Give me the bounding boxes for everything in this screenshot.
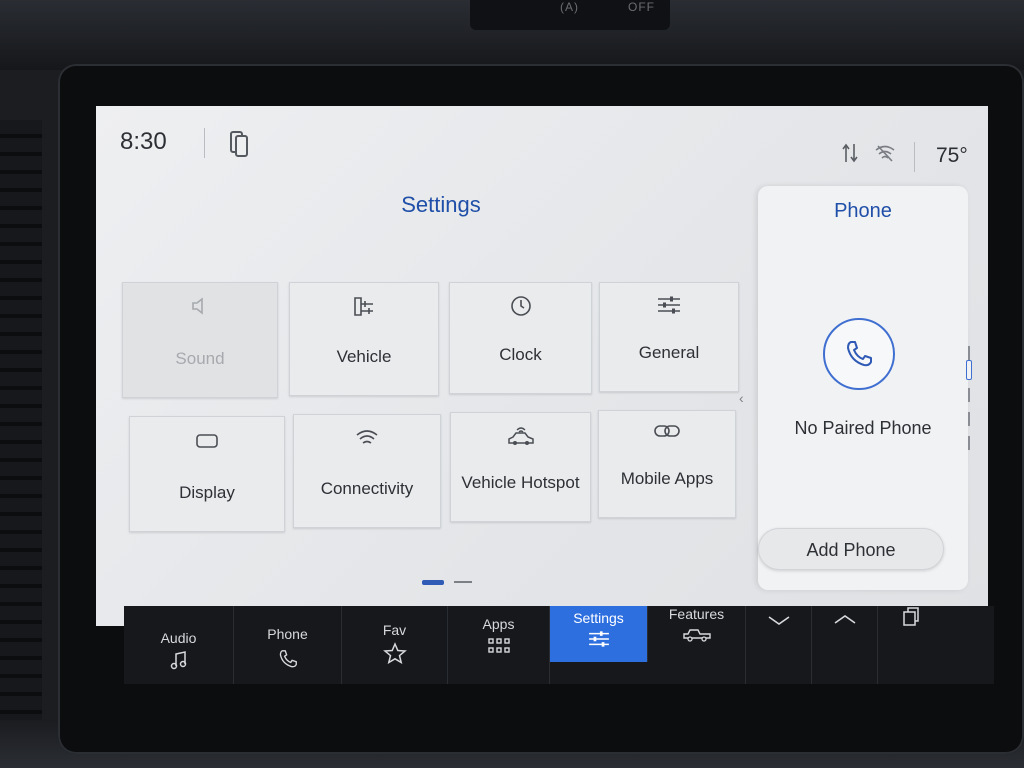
nav-label: Fav xyxy=(382,622,407,638)
status-divider xyxy=(914,142,915,172)
phone-projection-icon[interactable] xyxy=(229,130,249,163)
tile-connectivity[interactable]: Connectivity xyxy=(293,414,441,528)
tile-mobile-apps[interactable]: Mobile Apps xyxy=(598,410,736,518)
scroll-line xyxy=(968,412,970,426)
tile-label: Connectivity xyxy=(320,479,414,498)
nav-label: Features xyxy=(668,606,725,622)
nav-audio[interactable]: Audio xyxy=(124,606,234,684)
sliders-icon xyxy=(550,630,647,653)
panel-scrollbar[interactable] xyxy=(966,346,972,456)
page-dot[interactable] xyxy=(454,581,472,583)
page-title: Settings xyxy=(401,192,481,217)
page-dot-active xyxy=(422,580,444,585)
phone-icon xyxy=(847,341,872,367)
scroll-thumb[interactable] xyxy=(966,360,972,380)
knob-label-left: (A) xyxy=(560,0,579,14)
data-transfer-icon xyxy=(840,142,860,169)
clock-time: 8:30 xyxy=(120,128,167,155)
grid-icon xyxy=(448,638,549,659)
chevron-up-icon xyxy=(812,612,877,630)
tile-vehicle[interactable]: Vehicle xyxy=(289,282,439,396)
nav-label: Audio xyxy=(160,630,197,646)
tile-label: General xyxy=(638,343,700,362)
tile-label: Mobile Apps xyxy=(620,469,714,488)
wifi-off-icon xyxy=(874,144,896,167)
chevron-left-icon[interactable]: ‹ xyxy=(739,390,744,406)
tile-display[interactable]: Display xyxy=(129,416,285,532)
air-vent xyxy=(0,120,42,720)
sliders-icon xyxy=(600,295,738,320)
scroll-line xyxy=(968,436,970,450)
copy-windows-icon xyxy=(878,606,944,633)
infotainment-screen: 8:30 75° Settings Sound Vehicle Clock Ge… xyxy=(96,106,988,626)
chevron-down-icon xyxy=(746,614,811,632)
tile-label: Sound xyxy=(175,349,225,368)
vehicle-settings-icon xyxy=(290,295,438,324)
phone-panel-title: Phone xyxy=(834,200,892,222)
link-icon xyxy=(599,423,735,444)
nav-features[interactable]: Features xyxy=(648,606,746,684)
nav-label: Settings xyxy=(573,610,624,626)
nav-label: Apps xyxy=(482,616,515,632)
tile-label: Vehicle Hotspot xyxy=(461,473,580,492)
tile-general[interactable]: General xyxy=(599,282,739,392)
scroll-line xyxy=(968,388,970,402)
scroll-line xyxy=(968,346,970,360)
phone-panel: Phone No Paired Phone Add Phone xyxy=(758,186,968,590)
clock-icon xyxy=(450,295,591,322)
nav-label: Phone xyxy=(267,626,308,642)
phone-button[interactable] xyxy=(823,318,895,390)
status-divider xyxy=(204,128,205,158)
knob-label-right: OFF xyxy=(628,0,655,14)
phone-status: No Paired Phone xyxy=(794,418,932,438)
phone-icon xyxy=(234,648,341,675)
nav-fav[interactable]: Fav xyxy=(342,606,448,684)
bottom-nav: Audio Phone Fav Apps Settings Features xyxy=(124,606,994,684)
speaker-icon xyxy=(123,295,277,322)
nav-apps[interactable]: Apps xyxy=(448,606,550,684)
tile-clock[interactable]: Clock xyxy=(449,282,592,394)
star-icon xyxy=(342,642,447,669)
tile-label: Vehicle xyxy=(336,347,392,366)
tile-label: Clock xyxy=(499,345,542,364)
nav-settings[interactable]: Settings xyxy=(550,606,648,662)
hardware-knob[interactable]: (A) OFF xyxy=(470,0,670,30)
music-note-icon xyxy=(124,650,233,675)
car-wifi-icon xyxy=(451,425,590,452)
add-phone-button[interactable]: Add Phone xyxy=(758,528,944,570)
tile-sound[interactable]: Sound xyxy=(122,282,278,398)
wifi-icon xyxy=(294,427,440,452)
nav-chevron-up[interactable] xyxy=(812,606,878,684)
outside-temperature: 75° xyxy=(936,144,968,167)
nav-chevron-down[interactable] xyxy=(746,606,812,684)
truck-icon xyxy=(648,626,745,647)
display-icon xyxy=(130,433,284,454)
tile-label: Display xyxy=(179,483,235,502)
nav-phone[interactable]: Phone xyxy=(234,606,342,684)
nav-windows[interactable] xyxy=(878,606,944,684)
tile-vehicle-hotspot[interactable]: Vehicle Hotspot xyxy=(450,412,591,522)
status-bar: 8:30 75° xyxy=(96,106,988,176)
